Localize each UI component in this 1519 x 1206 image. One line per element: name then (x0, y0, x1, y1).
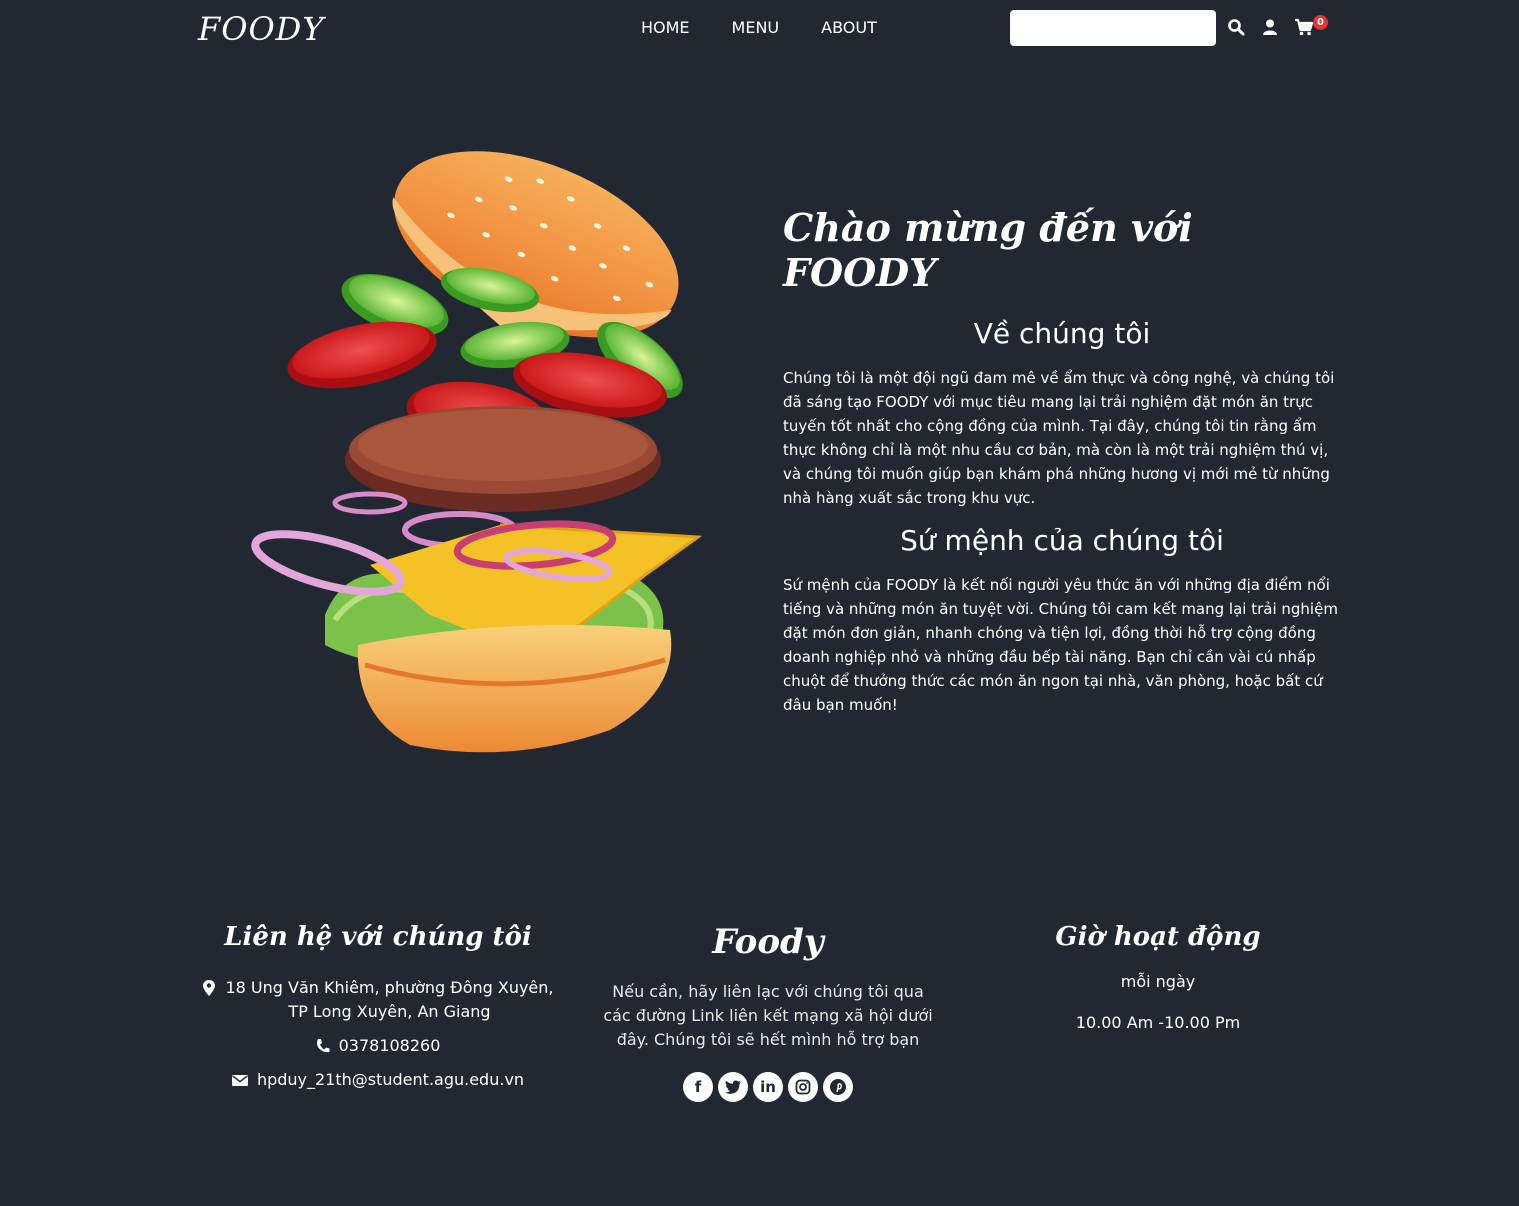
user-icon[interactable] (1261, 18, 1279, 36)
hours-time: 10.00 Am -10.00 Pm (1075, 1013, 1241, 1032)
footer-brand-text: Nếu cần, hãy liên lạc với chúng tôi qua … (603, 982, 933, 1049)
about-section: Chào mừng đến với FOODY Về chúng tôi Chú… (783, 205, 1341, 717)
footer-brand: Foody Nếu cần, hãy liên lạc với chúng tô… (598, 922, 938, 1102)
hours-heading: Giờ hoạt động (1055, 922, 1261, 952)
envelope-icon (231, 1075, 248, 1086)
main-nav: HOME MENU ABOUT (641, 18, 919, 37)
mission-heading: Sứ mệnh của chúng tôi (900, 524, 1224, 557)
instagram-icon[interactable] (788, 1072, 818, 1102)
email-line: hpduy_21th@student.agu.edu.vn (198, 1068, 558, 1092)
phone-text[interactable]: 0378108260 (339, 1034, 441, 1058)
cart-icon[interactable] (1294, 18, 1314, 36)
social-links: f in (598, 1072, 938, 1102)
top-navbar: FOODY HOME MENU ABOUT 0 (0, 0, 1519, 58)
about-heading: Về chúng tôi (973, 317, 1151, 350)
phone-icon (316, 1039, 330, 1053)
site-logo[interactable]: FOODY (198, 10, 324, 48)
welcome-heading: Chào mừng đến với FOODY (783, 205, 1193, 295)
pinterest-icon[interactable] (823, 1072, 853, 1102)
nav-about-link[interactable]: ABOUT (821, 18, 877, 37)
nav-home-link[interactable]: HOME (641, 18, 690, 37)
mission-paragraph: Sứ mệnh của FOODY là kết nối người yêu t… (783, 576, 1338, 714)
footer-contact: Liên hệ với chúng tôi 18 Ung Văn Khiêm, … (198, 922, 558, 1102)
address-text: 18 Ung Văn Khiêm, phường Đông Xuyên, TP … (225, 978, 554, 1021)
footer-brand-title: Foody (712, 922, 824, 962)
burger-illustration (251, 151, 702, 753)
facebook-icon[interactable]: f (683, 1072, 713, 1102)
map-marker-icon (202, 980, 215, 996)
address-line: 18 Ung Văn Khiêm, phường Đông Xuyên, TP … (198, 976, 558, 1024)
cart-count-badge: 0 (1313, 15, 1328, 30)
linkedin-icon[interactable]: in (753, 1072, 783, 1102)
about-paragraph: Chúng tôi là một đội ngũ đam mê về ẩm th… (783, 369, 1335, 507)
nav-menu-link[interactable]: MENU (732, 18, 780, 37)
search-icon[interactable] (1227, 18, 1245, 36)
hours-days: mỗi ngày (1120, 972, 1196, 991)
email-text[interactable]: hpduy_21th@student.agu.edu.vn (257, 1068, 524, 1092)
search-input[interactable] (1010, 10, 1216, 46)
contact-heading: Liên hệ với chúng tôi (224, 922, 532, 952)
twitter-icon[interactable] (718, 1072, 748, 1102)
phone-line: 0378108260 (198, 1034, 558, 1058)
footer-hours: Giờ hoạt động mỗi ngày 10.00 Am -10.00 P… (1038, 922, 1278, 1032)
